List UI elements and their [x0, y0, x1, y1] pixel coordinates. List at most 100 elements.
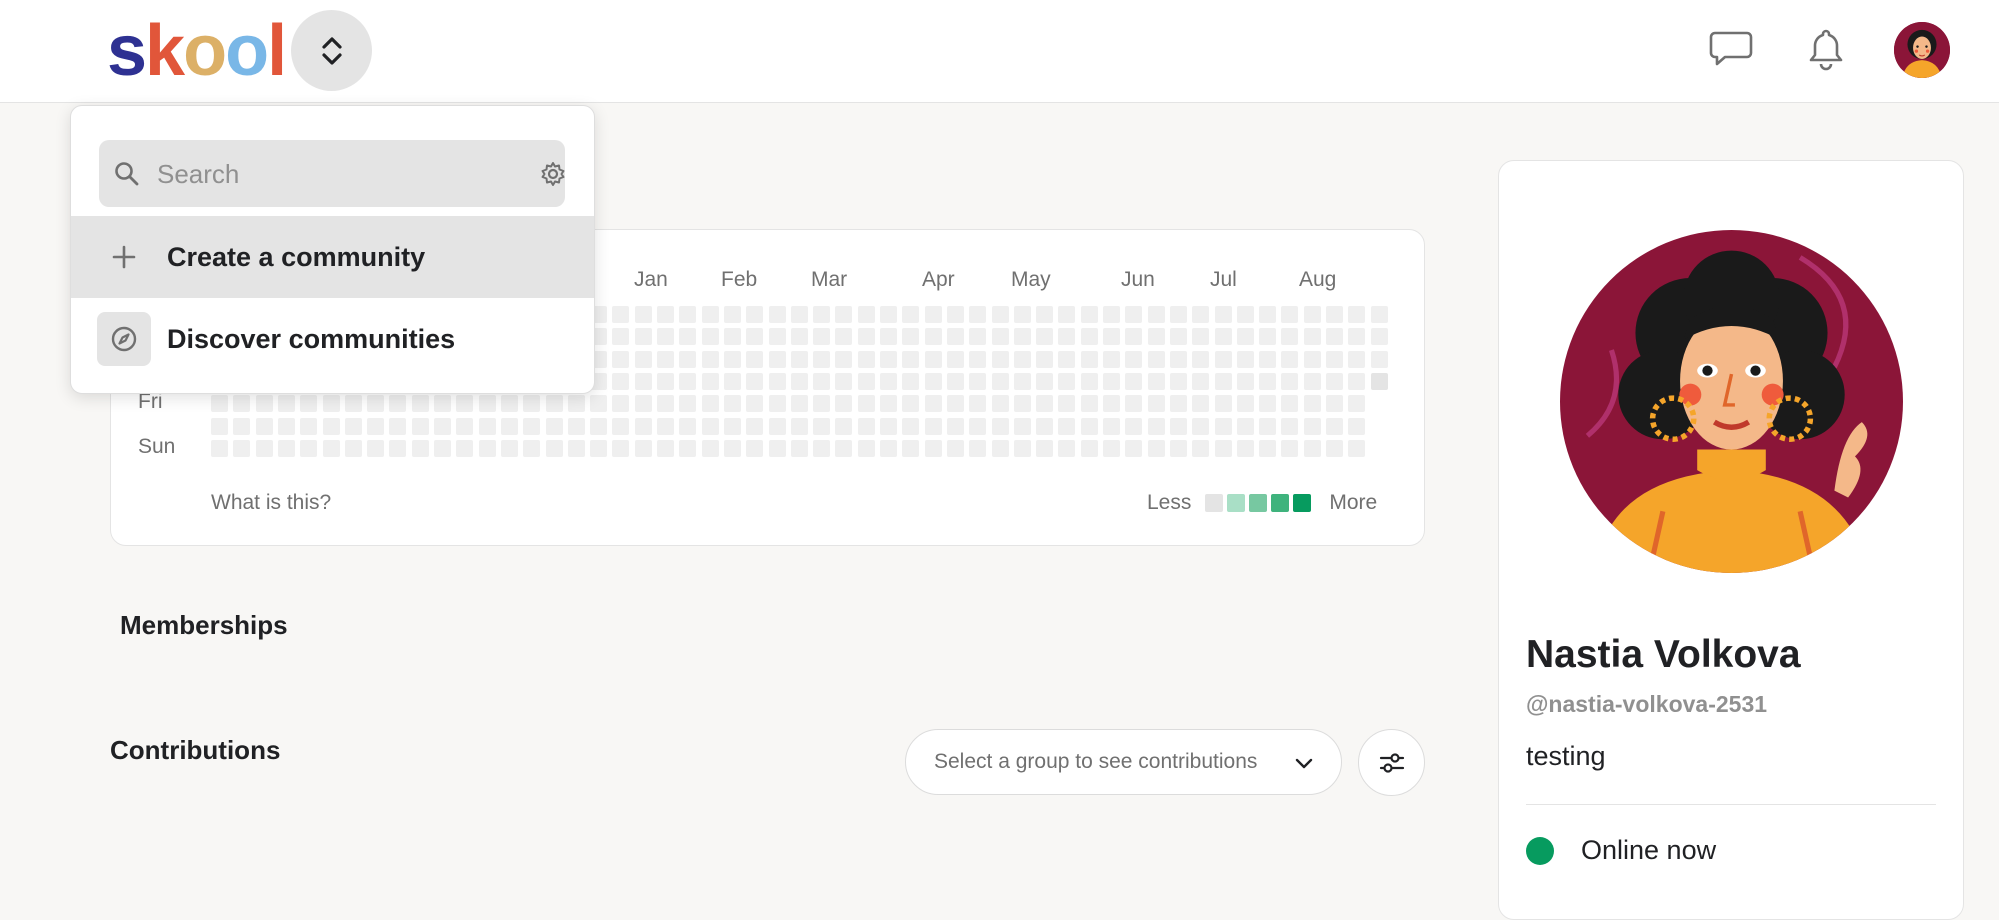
heatmap-cell: [991, 372, 1009, 390]
discover-communities-item[interactable]: Discover communities: [71, 298, 594, 380]
heatmap-cell: [946, 372, 964, 390]
search-icon: [115, 162, 139, 186]
heatmap-cell: [1058, 417, 1076, 435]
heatmap-cell: [790, 395, 808, 413]
logo-letter: o: [225, 11, 269, 91]
heatmap-cell: [1036, 395, 1054, 413]
heatmap-cell: [545, 395, 563, 413]
heatmap-cell: [768, 306, 786, 323]
filter-button[interactable]: [1358, 729, 1425, 796]
group-select-dropdown[interactable]: Select a group to see contributions: [905, 729, 1342, 795]
heatmap-cell: [1281, 306, 1299, 323]
heatmap-cell: [723, 417, 741, 435]
heatmap-cell: [1125, 350, 1143, 368]
heatmap-cell: [924, 306, 942, 323]
heatmap-cell: [389, 439, 407, 457]
heatmap-cell: [1013, 395, 1031, 413]
heatmap-cell: [634, 328, 652, 346]
heatmap-cell: [255, 417, 273, 435]
legend-less: Less: [1147, 491, 1192, 514]
heatmap-cell: [857, 372, 875, 390]
what-is-this-link[interactable]: What is this?: [211, 491, 331, 515]
heatmap-cell: [634, 350, 652, 368]
heatmap-cell: [880, 372, 897, 390]
heatmap-cell: [1214, 350, 1232, 368]
heatmap-cell: [1281, 439, 1299, 457]
heatmap-cell: [880, 395, 897, 413]
heatmap-cell: [1192, 439, 1210, 457]
heatmap-cell: [857, 395, 875, 413]
heatmap-cell: [1013, 417, 1031, 435]
heatmap-cell: [857, 350, 875, 368]
heatmap-cell: [969, 439, 987, 457]
community-search-input[interactable]: [155, 152, 499, 197]
heatmap-cell: [322, 417, 340, 435]
heatmap-cell: [523, 417, 541, 435]
heatmap-cell: [835, 350, 853, 368]
legend-swatch: [1293, 494, 1312, 512]
create-community-item[interactable]: Create a community: [71, 216, 594, 298]
heatmap-cell: [1147, 395, 1165, 413]
heatmap-cell: [389, 395, 407, 413]
heatmap-cell: [679, 350, 697, 368]
legend-swatch: [1271, 494, 1290, 512]
heatmap-cell: [545, 439, 563, 457]
community-switcher-button[interactable]: [291, 10, 372, 91]
heatmap-cell: [723, 372, 741, 390]
heatmap-cell: [1080, 350, 1098, 368]
heatmap-cell: [523, 439, 541, 457]
heatmap-cell: [657, 395, 674, 413]
heatmap-cell: [1326, 372, 1343, 390]
heatmap-cell: [612, 328, 630, 346]
heatmap-cell: [1348, 395, 1366, 413]
notifications-button[interactable]: [1803, 26, 1849, 72]
heatmap-cell: [1125, 328, 1143, 346]
heatmap-cell: [612, 439, 630, 457]
heatmap-cell: [969, 306, 987, 323]
heatmap-cell: [679, 328, 697, 346]
user-avatar-button[interactable]: [1894, 22, 1950, 78]
heatmap-cell: [1169, 328, 1187, 346]
heatmap-cell: [1281, 395, 1299, 413]
heatmap-cell: [1281, 417, 1299, 435]
heatmap-cell: [255, 439, 273, 457]
heatmap-cell: [1103, 439, 1120, 457]
heatmap-cell: [969, 350, 987, 368]
chat-button[interactable]: [1708, 26, 1754, 72]
heatmap-cell: [946, 395, 964, 413]
heatmap-cell: [1080, 395, 1098, 413]
heatmap-cell: [1348, 306, 1366, 323]
skool-logo[interactable]: skool: [107, 10, 287, 92]
heatmap-cell: [389, 417, 407, 435]
heatmap-cell: [857, 417, 875, 435]
heatmap-cell: [590, 439, 608, 457]
day-label: Sun: [138, 435, 176, 458]
heatmap-cell: [1125, 439, 1143, 457]
profile-card: Nastia Volkova @nastia-volkova-2531 test…: [1498, 160, 1964, 920]
heatmap-cell: [1214, 328, 1232, 346]
heatmap-cell: [723, 328, 741, 346]
heatmap-cell: [835, 372, 853, 390]
heatmap-cell: [1259, 439, 1277, 457]
gear-icon[interactable]: [539, 160, 567, 188]
heatmap-cell: [1080, 372, 1098, 390]
heatmap-cell: [1169, 395, 1187, 413]
heatmap-cell: [946, 350, 964, 368]
heatmap-cell: [969, 372, 987, 390]
heatmap-cell: [880, 417, 897, 435]
heatmap-cell: [277, 439, 295, 457]
heatmap-cell: [1214, 395, 1232, 413]
heatmap-cell: [679, 395, 697, 413]
heatmap-cell: [746, 395, 764, 413]
heatmap-cell: [924, 328, 942, 346]
logo-letter: k: [145, 11, 185, 91]
heatmap-cell: [969, 395, 987, 413]
online-status: Online now: [1526, 835, 1716, 866]
heatmap-cell: [300, 417, 318, 435]
heatmap-cell: [835, 328, 853, 346]
heatmap-cell: [233, 395, 251, 413]
heatmap-cell: [1013, 328, 1031, 346]
heatmap-cell: [1259, 306, 1277, 323]
heatmap-cell: [434, 395, 451, 413]
heatmap-cell: [478, 417, 496, 435]
